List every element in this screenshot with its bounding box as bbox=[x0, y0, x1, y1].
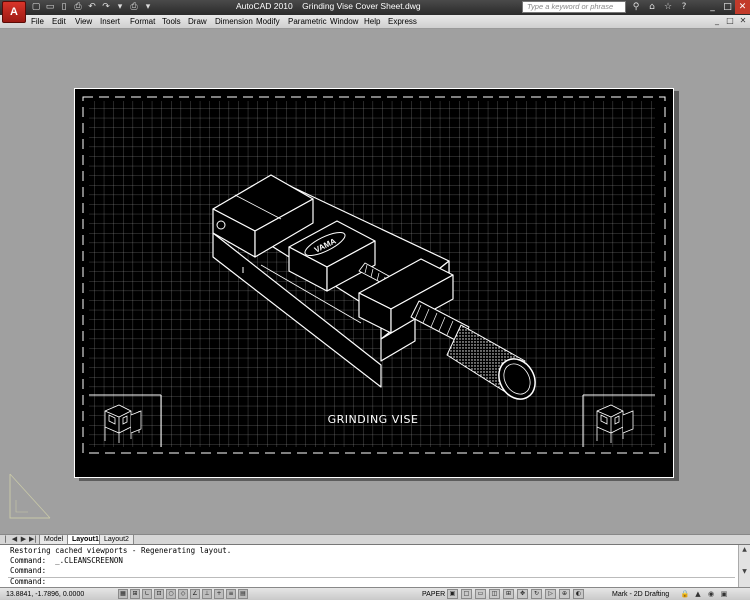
coordinate-display[interactable]: 13.8841, -1.7896, 0.0000 bbox=[6, 589, 84, 600]
menu-dimension[interactable]: Dimension bbox=[215, 16, 253, 28]
layout-tabs: |◀ ◀ ▶ ▶| Model Layout1 Layout2 bbox=[0, 534, 750, 552]
command-window[interactable]: Restoring cached viewports - Regeneratin… bbox=[0, 544, 750, 588]
menu-edit[interactable]: Edit bbox=[52, 16, 66, 28]
lineweight-icon[interactable]: ≡ bbox=[226, 589, 236, 599]
customize-dropdown-icon[interactable]: ▾ bbox=[142, 1, 154, 13]
showmotion-icon[interactable]: ▷ bbox=[545, 589, 556, 599]
status-tray: 🔒 ▲ ◉ ▣ bbox=[680, 589, 729, 599]
command-scrollbar[interactable]: ▲ ▼ bbox=[738, 545, 750, 588]
menu-insert[interactable]: Insert bbox=[100, 16, 120, 28]
menu-draw[interactable]: Draw bbox=[188, 16, 207, 28]
command-history-line: Command: bbox=[10, 566, 47, 575]
menu-bar: File Edit View Insert Format Tools Draw … bbox=[0, 15, 750, 29]
polar-tracking-icon[interactable]: ⊡ bbox=[154, 589, 164, 599]
layout-paper: VAMA GRINDING VISE bbox=[74, 88, 674, 478]
app-logo-letter: A bbox=[10, 6, 18, 18]
communication-center-icon[interactable]: ⌂ bbox=[646, 1, 658, 13]
grid-display-icon[interactable]: ⊞ bbox=[130, 589, 140, 599]
quick-access-toolbar: ▢ ▭ ▯ ⎙ ↶ ↷ ▾ ⎙ ▾ bbox=[30, 1, 154, 14]
isolate-objects-icon[interactable]: ◉ bbox=[706, 589, 716, 599]
command-history-line: Restoring cached viewports - Regeneratin… bbox=[10, 546, 232, 555]
cover-sheet-drawing: VAMA GRINDING VISE bbox=[82, 96, 666, 454]
next-tab-icon[interactable]: ▶ bbox=[20, 535, 27, 544]
menu-parametric[interactable]: Parametric bbox=[288, 16, 327, 28]
menu-view[interactable]: View bbox=[75, 16, 92, 28]
dynamic-ucs-icon[interactable]: ⊥ bbox=[202, 589, 212, 599]
quick-view-layouts-icon[interactable]: ▣ bbox=[447, 589, 458, 599]
search-input[interactable]: Type a keyword or phrase bbox=[522, 1, 626, 13]
dropdown-icon[interactable]: ▾ bbox=[114, 1, 126, 13]
viewport-scale-icon[interactable]: ◫ bbox=[489, 589, 500, 599]
search-icon[interactable]: ⚲ bbox=[630, 1, 642, 13]
menu-tools[interactable]: Tools bbox=[162, 16, 181, 28]
command-input[interactable]: Command: bbox=[10, 577, 46, 587]
menu-format[interactable]: Format bbox=[130, 16, 155, 28]
workspace-switcher[interactable]: Mark - 2D Drafting bbox=[612, 589, 669, 600]
object-snap-tracking-icon[interactable]: ∠ bbox=[190, 589, 200, 599]
close-button[interactable]: ✕ bbox=[735, 0, 750, 14]
layout-tools: ▣ □ ▭ ◫ ⊞ ✥ ↻ ▷ ⊕ ◐ bbox=[447, 589, 584, 599]
scroll-down-icon[interactable]: ▼ bbox=[739, 567, 750, 576]
doc-close-button[interactable]: ✕ bbox=[738, 16, 748, 25]
window-title: AutoCAD 2010 Grinding Vise Cover Sheet.d… bbox=[236, 1, 421, 11]
menu-express[interactable]: Express bbox=[388, 16, 417, 28]
save-icon[interactable]: ▯ bbox=[58, 1, 70, 13]
drawing-canvas[interactable]: VAMA GRINDING VISE bbox=[0, 30, 750, 534]
scroll-up-icon[interactable]: ▲ bbox=[739, 545, 750, 554]
document-window-controls: _ □ ✕ bbox=[712, 16, 748, 25]
paper-space-toggle[interactable]: PAPER bbox=[422, 589, 445, 600]
lock-icon[interactable]: 🔒 bbox=[680, 589, 690, 599]
menu-help[interactable]: Help bbox=[364, 16, 380, 28]
previous-tab-icon[interactable]: ◀ bbox=[11, 535, 18, 544]
drawing-title: GRINDING VISE bbox=[328, 413, 419, 426]
object-snap-icon[interactable]: ○ bbox=[166, 589, 176, 599]
open-icon[interactable]: ▭ bbox=[44, 1, 56, 13]
command-separator bbox=[8, 577, 735, 578]
snap-mode-icon[interactable]: ▦ bbox=[118, 589, 128, 599]
workspace-switch-icon[interactable]: ◐ bbox=[573, 589, 584, 599]
orbit-icon[interactable]: ↻ bbox=[531, 589, 542, 599]
ortho-mode-icon[interactable]: ∟ bbox=[142, 589, 152, 599]
hardware-acceleration-icon[interactable]: ▲ bbox=[693, 589, 703, 599]
pan-icon[interactable]: ✥ bbox=[517, 589, 528, 599]
favorites-icon[interactable]: ☆ bbox=[662, 1, 674, 13]
application-menu-button[interactable]: A bbox=[2, 1, 26, 23]
plot-icon[interactable]: ⎙ bbox=[72, 1, 84, 13]
new-icon[interactable]: ▢ bbox=[30, 1, 42, 13]
clean-screen-icon[interactable]: ▣ bbox=[719, 589, 729, 599]
print-icon[interactable]: ⎙ bbox=[128, 1, 140, 13]
menu-modify[interactable]: Modify bbox=[256, 16, 280, 28]
dynamic-input-icon[interactable]: + bbox=[214, 589, 224, 599]
quick-properties-icon[interactable]: ▤ bbox=[238, 589, 248, 599]
infocenter-icons: ⚲ ⌂ ☆ ? bbox=[630, 1, 690, 13]
maximize-button[interactable]: □ bbox=[720, 0, 735, 14]
last-tab-icon[interactable]: ▶| bbox=[29, 535, 37, 544]
autocad-window: ▢ ▭ ▯ ⎙ ↶ ↷ ▾ ⎙ ▾ AutoCAD 2010 Grinding … bbox=[0, 0, 750, 600]
steering-wheel-icon[interactable]: ⊕ bbox=[559, 589, 570, 599]
ucs-icon bbox=[9, 473, 51, 519]
doc-restore-button[interactable]: □ bbox=[725, 16, 735, 25]
annotation-scale-icon[interactable]: ⊞ bbox=[503, 589, 514, 599]
drafting-toggles: ▦ ⊞ ∟ ⊡ ○ ◇ ∠ ⊥ + ≡ ▤ bbox=[118, 589, 248, 599]
menu-file[interactable]: File bbox=[31, 16, 44, 28]
redo-icon[interactable]: ↷ bbox=[100, 1, 112, 13]
minimize-button[interactable]: _ bbox=[705, 0, 720, 14]
doc-minimize-button[interactable]: _ bbox=[712, 16, 722, 25]
menu-window[interactable]: Window bbox=[330, 16, 358, 28]
status-bar: 13.8841, -1.7896, 0.0000 ▦ ⊞ ∟ ⊡ ○ ◇ ∠ ⊥… bbox=[0, 587, 750, 600]
window-controls: _ □ ✕ bbox=[705, 0, 750, 14]
title-bar: ▢ ▭ ▯ ⎙ ↶ ↷ ▾ ⎙ ▾ AutoCAD 2010 Grinding … bbox=[0, 0, 750, 15]
maximize-viewport-icon[interactable]: ▭ bbox=[475, 589, 486, 599]
help-icon[interactable]: ? bbox=[678, 1, 690, 13]
command-history-line: Command: _.CLEANSCREENON bbox=[10, 556, 123, 565]
quick-view-drawings-icon[interactable]: □ bbox=[461, 589, 472, 599]
3d-object-snap-icon[interactable]: ◇ bbox=[178, 589, 188, 599]
undo-icon[interactable]: ↶ bbox=[86, 1, 98, 13]
